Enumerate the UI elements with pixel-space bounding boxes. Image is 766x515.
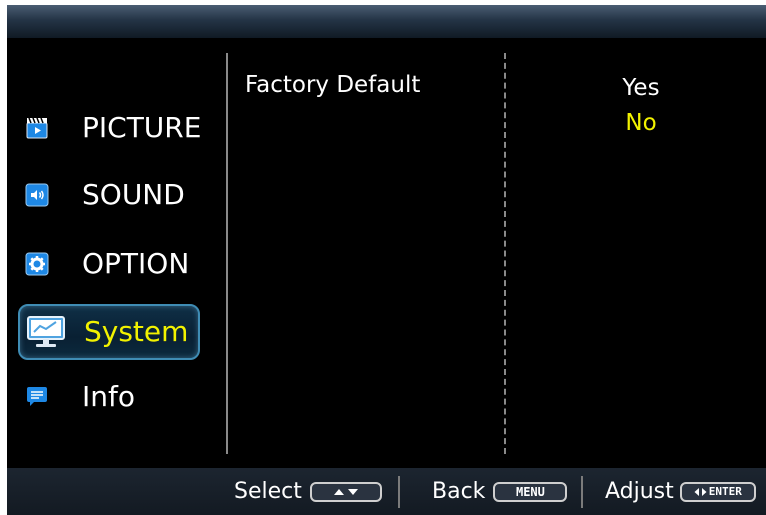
enter-key-label: ENTER bbox=[708, 485, 742, 498]
enter-key-icon: ENTER bbox=[679, 481, 756, 502]
menu-item-label: SOUND bbox=[82, 178, 185, 211]
menu-key-icon: MENU bbox=[493, 481, 568, 502]
setting-factory-default[interactable]: Factory Default bbox=[245, 72, 420, 98]
menu-item-label: Info bbox=[82, 380, 135, 413]
tv-menu-screen: PICTURE SOUND OPTION System Info Factory… bbox=[7, 5, 766, 515]
hint-adjust-label: Adjust bbox=[605, 479, 674, 504]
hint-select: Select bbox=[234, 468, 382, 515]
picture-icon bbox=[25, 116, 49, 140]
menu-item-option[interactable]: OPTION bbox=[18, 238, 200, 290]
bottom-help-bar: Select Back MENU Adjust ENTER bbox=[7, 468, 766, 515]
menu-item-system[interactable]: System bbox=[18, 304, 200, 360]
left-right-arrows-icon bbox=[694, 487, 707, 496]
top-bar bbox=[7, 5, 766, 38]
sound-icon bbox=[25, 183, 49, 207]
menu-item-picture[interactable]: PICTURE bbox=[18, 102, 202, 154]
value-divider bbox=[504, 53, 506, 454]
hint-back: Back MENU bbox=[432, 468, 568, 515]
menu-item-info[interactable]: Info bbox=[18, 371, 200, 423]
hint-separator bbox=[581, 476, 583, 508]
option-yes[interactable]: Yes bbox=[581, 75, 701, 101]
hint-back-label: Back bbox=[432, 479, 486, 504]
menu-item-label: OPTION bbox=[82, 247, 190, 280]
system-monitor-icon bbox=[26, 315, 66, 349]
panel-divider bbox=[226, 53, 228, 454]
menu-item-label: System bbox=[84, 315, 189, 348]
up-down-key-icon bbox=[309, 481, 382, 502]
option-no[interactable]: No bbox=[581, 110, 701, 136]
hint-adjust: Adjust ENTER bbox=[605, 468, 756, 515]
info-message-icon bbox=[25, 385, 49, 409]
hint-separator bbox=[398, 476, 400, 508]
menu-item-sound[interactable]: SOUND bbox=[18, 169, 200, 221]
option-gear-icon bbox=[25, 252, 49, 276]
hint-select-label: Select bbox=[234, 479, 302, 504]
sidebar-menu: PICTURE SOUND OPTION System Info bbox=[7, 38, 227, 468]
menu-item-label: PICTURE bbox=[82, 111, 202, 144]
